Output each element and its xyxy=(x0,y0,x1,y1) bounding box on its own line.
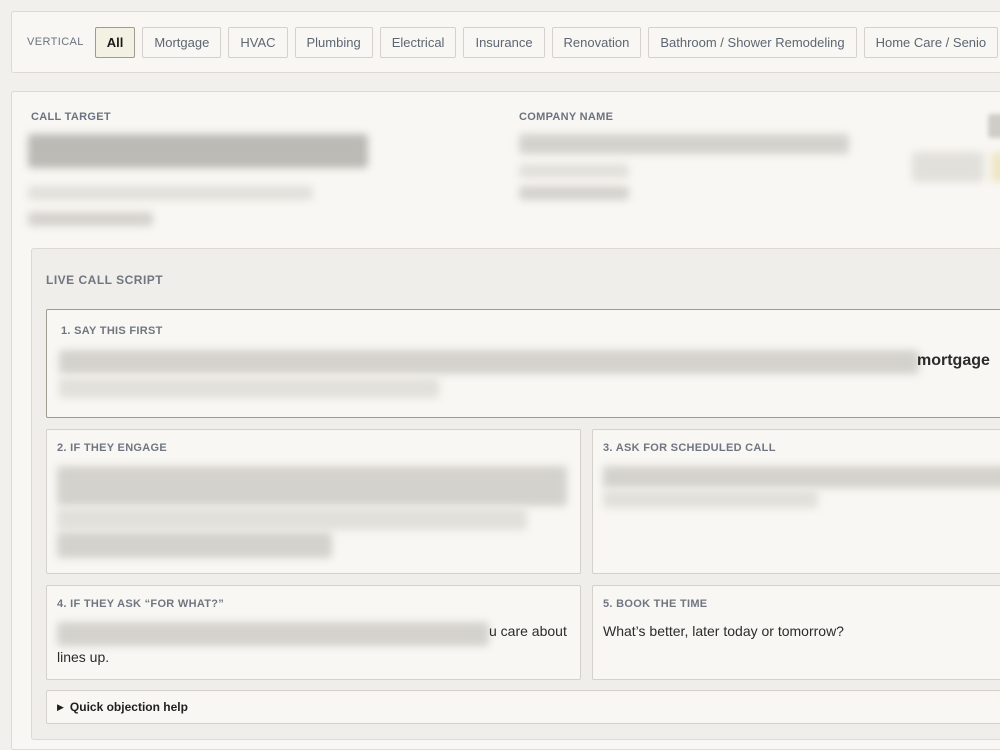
chip-renovation[interactable]: Renovation xyxy=(551,26,642,58)
vertical-filter-bar: VERTICAL All Mortgage HVAC Plumbing Elec… xyxy=(11,11,1000,73)
company-detail-redacted xyxy=(519,164,629,178)
call-target-name-redacted xyxy=(28,134,368,168)
step-4-label: 4. IF THEY ASK “FOR WHAT?” xyxy=(57,598,225,610)
company-name-label: COMPANY NAME xyxy=(519,111,614,123)
call-target-label: CALL TARGET xyxy=(31,111,111,123)
step-5-text: What’s better, later today or tomorrow? xyxy=(603,623,844,639)
step-4-text-redacted xyxy=(57,622,489,646)
step-4-visible-line2: lines up. xyxy=(57,649,110,665)
step-5-label: 5. BOOK THE TIME xyxy=(603,598,708,610)
quick-objection-help-toggle[interactable]: ▶ Quick objection help xyxy=(46,690,1000,724)
chip-plumbing[interactable]: Plumbing xyxy=(294,26,373,58)
step-if-they-engage: 2. IF THEY ENGAGE xyxy=(46,429,581,574)
live-call-script-panel: LIVE CALL SCRIPT 1. SAY THIS FIRST mortg… xyxy=(31,248,1000,740)
step-3-text-redacted xyxy=(603,466,1000,488)
step-4-visible-tail: u care about xyxy=(489,623,567,639)
step-book-the-time: 5. BOOK THE TIME What’s better, later to… xyxy=(592,585,1000,680)
step-if-they-ask-for-what: 4. IF THEY ASK “FOR WHAT?” u care about … xyxy=(46,585,581,680)
step-3-label: 3. ASK FOR SCHEDULED CALL xyxy=(603,442,776,454)
step-1-visible-word: mortgage xyxy=(917,352,990,369)
step-1-text-redacted xyxy=(59,350,919,374)
company-name-redacted xyxy=(519,134,849,154)
step-1-text-line2-redacted xyxy=(59,378,439,398)
step-2-label: 2. IF THEY ENGAGE xyxy=(57,442,168,454)
step-1-label: 1. SAY THIS FIRST xyxy=(61,325,163,337)
step-2-text-redacted xyxy=(57,466,567,506)
live-call-script-title: LIVE CALL SCRIPT xyxy=(46,273,164,287)
chip-hvac[interactable]: HVAC xyxy=(228,26,288,58)
disclosure-triangle-icon: ▶ xyxy=(57,701,64,712)
step-ask-for-scheduled-call: 3. ASK FOR SCHEDULED CALL xyxy=(592,429,1000,574)
vertical-filter-label: VERTICAL xyxy=(27,36,84,48)
chip-bathroom-shower-remodeling[interactable]: Bathroom / Shower Remodeling xyxy=(648,26,857,58)
action-button-redacted[interactable] xyxy=(912,152,984,182)
call-target-card: CALL TARGET COMPANY NAME LIVE CALL SCRIP… xyxy=(11,91,1000,750)
chip-mortgage[interactable]: Mortgage xyxy=(142,26,222,58)
chip-insurance[interactable]: Insurance xyxy=(463,26,545,58)
chip-electrical[interactable]: Electrical xyxy=(379,26,457,58)
action-button-highlight-redacted[interactable] xyxy=(991,152,1000,182)
call-target-phone-redacted xyxy=(28,212,153,226)
chip-all[interactable]: All xyxy=(94,26,136,58)
company-detail-2-redacted xyxy=(519,186,629,200)
header-action-redacted[interactable] xyxy=(988,114,1000,138)
step-3-text-line2-redacted xyxy=(603,490,818,508)
chip-home-care-senior[interactable]: Home Care / Senio xyxy=(863,26,999,58)
step-2-text-line3-redacted xyxy=(57,532,332,558)
call-target-detail-redacted xyxy=(28,186,313,200)
quick-objection-help-label: Quick objection help xyxy=(69,700,188,714)
step-2-text-line2-redacted xyxy=(57,508,527,530)
step-say-this-first: 1. SAY THIS FIRST mortgage xyxy=(46,309,1000,418)
